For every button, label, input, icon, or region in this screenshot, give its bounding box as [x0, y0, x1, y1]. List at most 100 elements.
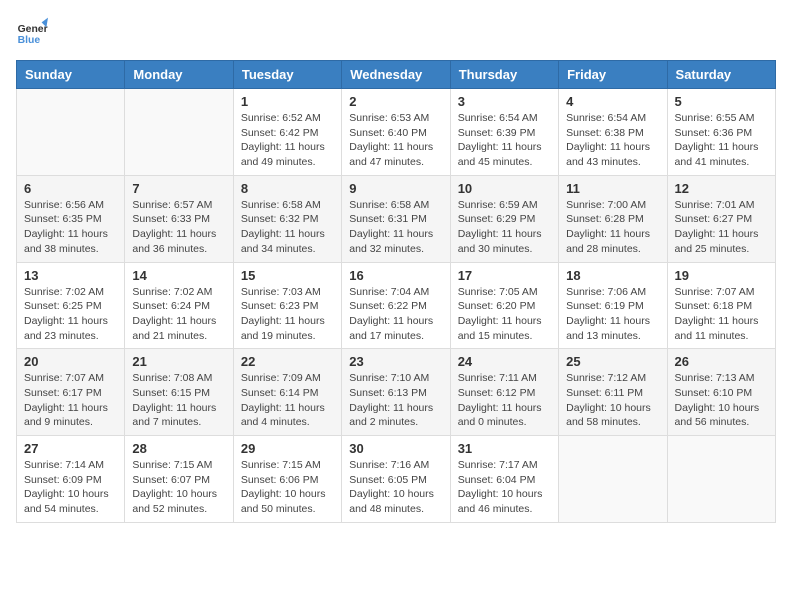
day-info: Sunrise: 7:12 AM Sunset: 6:11 PM Dayligh… [566, 371, 659, 430]
day-number: 14 [132, 268, 225, 283]
day-header-wednesday: Wednesday [342, 61, 450, 89]
day-number: 3 [458, 94, 551, 109]
day-number: 16 [349, 268, 442, 283]
day-number: 24 [458, 354, 551, 369]
calendar-week-row: 20 Sunrise: 7:07 AM Sunset: 6:17 PM Dayli… [17, 349, 776, 436]
calendar-table: SundayMondayTuesdayWednesdayThursdayFrid… [16, 60, 776, 523]
day-info: Sunrise: 7:08 AM Sunset: 6:15 PM Dayligh… [132, 371, 225, 430]
calendar-cell: 5Sunrise: 6:55 AM Sunset: 6:36 PM Daylig… [667, 89, 775, 176]
calendar-cell: 15 Sunrise: 7:03 AM Sunset: 6:23 PM Dayli… [233, 262, 341, 349]
day-number: 28 [132, 441, 225, 456]
day-header-saturday: Saturday [667, 61, 775, 89]
calendar-cell: 19 Sunrise: 7:07 AM Sunset: 6:18 PM Dayli… [667, 262, 775, 349]
day-info: Sunrise: 7:13 AM Sunset: 6:10 PM Dayligh… [675, 371, 768, 430]
svg-text:Blue: Blue [18, 35, 41, 46]
calendar-cell: 2Sunrise: 6:53 AM Sunset: 6:40 PM Daylig… [342, 89, 450, 176]
calendar-cell: 29Sunrise: 7:15 AM Sunset: 6:06 PM Dayli… [233, 436, 341, 523]
day-info: Sunrise: 7:10 AM Sunset: 6:13 PM Dayligh… [349, 371, 442, 430]
day-header-tuesday: Tuesday [233, 61, 341, 89]
calendar-cell: 17 Sunrise: 7:05 AM Sunset: 6:20 PM Dayli… [450, 262, 558, 349]
day-info: Sunrise: 7:01 AM Sunset: 6:27 PM Dayligh… [675, 198, 768, 257]
calendar-cell: 26 Sunrise: 7:13 AM Sunset: 6:10 PM Dayli… [667, 349, 775, 436]
day-info: Sunrise: 7:05 AM Sunset: 6:20 PM Dayligh… [458, 285, 551, 344]
calendar-cell: 9 Sunrise: 6:58 AM Sunset: 6:31 PM Daylig… [342, 175, 450, 262]
day-info: Sunrise: 6:55 AM Sunset: 6:36 PM Dayligh… [675, 111, 768, 170]
day-info: Sunrise: 6:58 AM Sunset: 6:32 PM Dayligh… [241, 198, 334, 257]
day-number: 26 [675, 354, 768, 369]
day-header-friday: Friday [559, 61, 667, 89]
day-number: 19 [675, 268, 768, 283]
calendar-cell: 28 Sunrise: 7:15 AM Sunset: 6:07 PM Dayli… [125, 436, 233, 523]
day-number: 9 [349, 181, 442, 196]
calendar-cell: 11Sunrise: 7:00 AM Sunset: 6:28 PM Dayli… [559, 175, 667, 262]
day-header-thursday: Thursday [450, 61, 558, 89]
page-header: General Blue [16, 16, 776, 48]
calendar-week-row: 6Sunrise: 6:56 AM Sunset: 6:35 PM Daylig… [17, 175, 776, 262]
day-number: 20 [24, 354, 117, 369]
calendar-cell: 3 Sunrise: 6:54 AM Sunset: 6:39 PM Daylig… [450, 89, 558, 176]
day-info: Sunrise: 7:15 AM Sunset: 6:07 PM Dayligh… [132, 458, 225, 517]
day-info: Sunrise: 7:07 AM Sunset: 6:17 PM Dayligh… [24, 371, 117, 430]
day-info: Sunrise: 6:54 AM Sunset: 6:38 PM Dayligh… [566, 111, 659, 170]
day-number: 2 [349, 94, 442, 109]
day-info: Sunrise: 7:07 AM Sunset: 6:18 PM Dayligh… [675, 285, 768, 344]
calendar-cell: 20 Sunrise: 7:07 AM Sunset: 6:17 PM Dayli… [17, 349, 125, 436]
svg-text:General: General [18, 24, 48, 35]
day-number: 30 [349, 441, 442, 456]
day-info: Sunrise: 7:06 AM Sunset: 6:19 PM Dayligh… [566, 285, 659, 344]
logo: General Blue [16, 16, 48, 48]
day-info: Sunrise: 6:52 AM Sunset: 6:42 PM Dayligh… [241, 111, 334, 170]
calendar-cell [17, 89, 125, 176]
calendar-cell: 1 Sunrise: 6:52 AM Sunset: 6:42 PM Daylig… [233, 89, 341, 176]
day-info: Sunrise: 7:09 AM Sunset: 6:14 PM Dayligh… [241, 371, 334, 430]
day-info: Sunrise: 7:17 AM Sunset: 6:04 PM Dayligh… [458, 458, 551, 517]
calendar-cell: 13Sunrise: 7:02 AM Sunset: 6:25 PM Dayli… [17, 262, 125, 349]
day-number: 4 [566, 94, 659, 109]
calendar-cell [125, 89, 233, 176]
day-header-sunday: Sunday [17, 61, 125, 89]
day-number: 25 [566, 354, 659, 369]
day-number: 8 [241, 181, 334, 196]
day-info: Sunrise: 6:56 AM Sunset: 6:35 PM Dayligh… [24, 198, 117, 257]
day-number: 7 [132, 181, 225, 196]
day-number: 31 [458, 441, 551, 456]
logo-icon: General Blue [16, 16, 48, 48]
day-info: Sunrise: 7:16 AM Sunset: 6:05 PM Dayligh… [349, 458, 442, 517]
calendar-cell: 21 Sunrise: 7:08 AM Sunset: 6:15 PM Dayli… [125, 349, 233, 436]
day-number: 11 [566, 181, 659, 196]
day-number: 12 [675, 181, 768, 196]
day-info: Sunrise: 7:03 AM Sunset: 6:23 PM Dayligh… [241, 285, 334, 344]
calendar-cell: 31 Sunrise: 7:17 AM Sunset: 6:04 PM Dayli… [450, 436, 558, 523]
day-info: Sunrise: 6:59 AM Sunset: 6:29 PM Dayligh… [458, 198, 551, 257]
calendar-cell: 6Sunrise: 6:56 AM Sunset: 6:35 PM Daylig… [17, 175, 125, 262]
calendar-cell: 14Sunrise: 7:02 AM Sunset: 6:24 PM Dayli… [125, 262, 233, 349]
day-number: 22 [241, 354, 334, 369]
day-number: 27 [24, 441, 117, 456]
calendar-cell [667, 436, 775, 523]
calendar-cell: 8 Sunrise: 6:58 AM Sunset: 6:32 PM Daylig… [233, 175, 341, 262]
day-header-monday: Monday [125, 61, 233, 89]
day-info: Sunrise: 6:57 AM Sunset: 6:33 PM Dayligh… [132, 198, 225, 257]
day-number: 1 [241, 94, 334, 109]
calendar-week-row: 1 Sunrise: 6:52 AM Sunset: 6:42 PM Daylig… [17, 89, 776, 176]
day-info: Sunrise: 7:11 AM Sunset: 6:12 PM Dayligh… [458, 371, 551, 430]
calendar-cell: 10Sunrise: 6:59 AM Sunset: 6:29 PM Dayli… [450, 175, 558, 262]
calendar-cell: 25 Sunrise: 7:12 AM Sunset: 6:11 PM Dayli… [559, 349, 667, 436]
day-number: 15 [241, 268, 334, 283]
calendar-header-row: SundayMondayTuesdayWednesdayThursdayFrid… [17, 61, 776, 89]
calendar-cell: 12 Sunrise: 7:01 AM Sunset: 6:27 PM Dayli… [667, 175, 775, 262]
calendar-week-row: 27 Sunrise: 7:14 AM Sunset: 6:09 PM Dayli… [17, 436, 776, 523]
calendar-cell: 30 Sunrise: 7:16 AM Sunset: 6:05 PM Dayli… [342, 436, 450, 523]
day-info: Sunrise: 6:58 AM Sunset: 6:31 PM Dayligh… [349, 198, 442, 257]
calendar-cell: 4 Sunrise: 6:54 AM Sunset: 6:38 PM Daylig… [559, 89, 667, 176]
calendar-cell [559, 436, 667, 523]
day-number: 18 [566, 268, 659, 283]
calendar-cell: 16 Sunrise: 7:04 AM Sunset: 6:22 PM Dayli… [342, 262, 450, 349]
day-info: Sunrise: 6:54 AM Sunset: 6:39 PM Dayligh… [458, 111, 551, 170]
day-number: 21 [132, 354, 225, 369]
calendar-cell: 7 Sunrise: 6:57 AM Sunset: 6:33 PM Daylig… [125, 175, 233, 262]
day-info: Sunrise: 7:04 AM Sunset: 6:22 PM Dayligh… [349, 285, 442, 344]
calendar-cell: 22 Sunrise: 7:09 AM Sunset: 6:14 PM Dayli… [233, 349, 341, 436]
day-info: Sunrise: 7:14 AM Sunset: 6:09 PM Dayligh… [24, 458, 117, 517]
day-number: 17 [458, 268, 551, 283]
